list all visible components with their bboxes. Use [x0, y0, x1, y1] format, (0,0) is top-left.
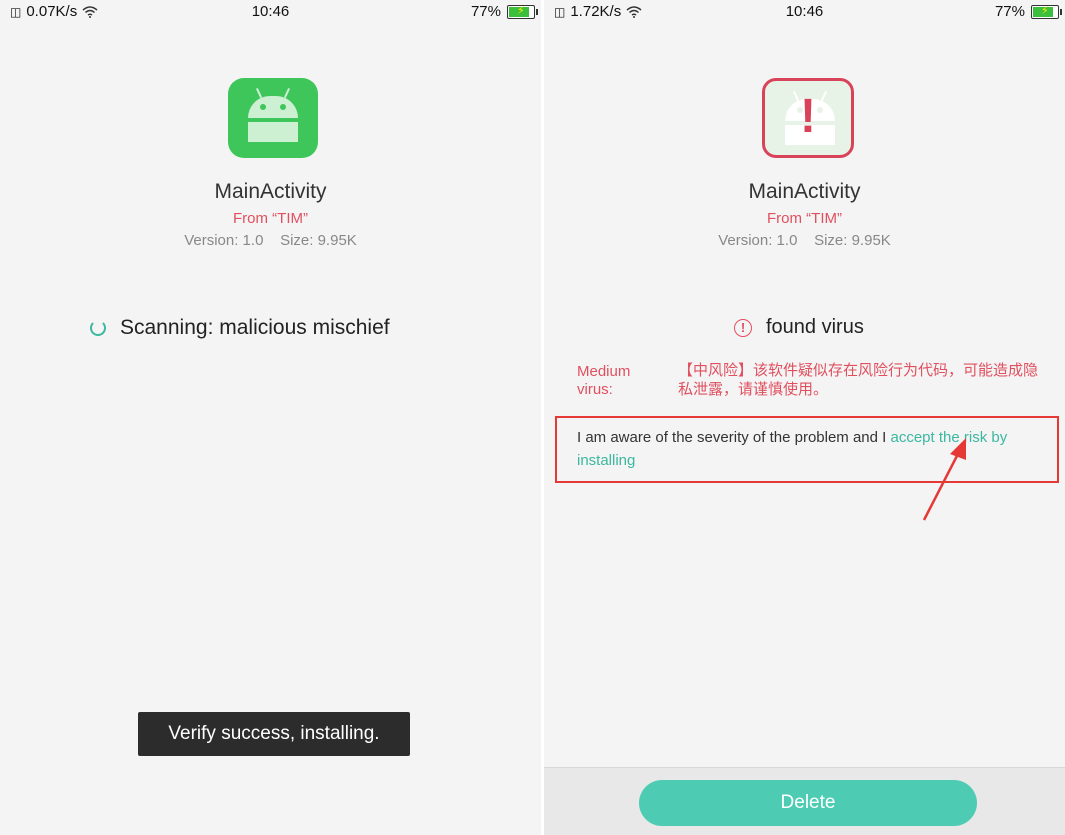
app-meta: Version: 1.0 Size: 9.95K	[718, 232, 891, 249]
app-source: From “TIM”	[233, 210, 308, 227]
scan-text: Scanning: malicious mischief	[120, 316, 390, 339]
android-app-icon	[228, 78, 318, 158]
left-screen: ◫ 0.07K/s 10:46 77% ⚡ MainActivity From …	[0, 0, 541, 835]
right-screen: ◫ 1.72K/s 10:46 77% ⚡ ! MainActivity Fro…	[544, 0, 1065, 835]
app-name: MainActivity	[748, 180, 861, 203]
bottom-action-bar: Delete	[544, 767, 1065, 835]
accept-risk-highlight: I am aware of the severity of the proble…	[555, 416, 1059, 483]
found-virus-text: found virus	[766, 316, 864, 338]
status-bar: ◫ 0.07K/s 10:46 77% ⚡	[0, 0, 541, 24]
clock: 10:46	[785, 3, 824, 20]
battery-percent: 77%	[994, 3, 1025, 20]
app-meta: Version: 1.0 Size: 9.95K	[184, 232, 357, 249]
clock: 10:46	[251, 3, 290, 20]
android-app-warning-icon: !	[762, 78, 854, 158]
battery-icon: ⚡	[507, 4, 538, 19]
warning-icon: !	[734, 318, 752, 337]
app-source: From “TIM”	[767, 210, 842, 227]
app-name: MainActivity	[214, 180, 327, 203]
delete-button[interactable]: Delete	[639, 780, 977, 826]
scan-status: Scanning: malicious mischief	[90, 316, 390, 340]
toast-message: Verify success, installing.	[138, 712, 410, 756]
risk-description: 【中风险】该软件疑似存在风险行为代码，可能造成隐私泄露，请谨慎使用。	[678, 361, 1039, 398]
risk-level-label: Medium virus:	[577, 363, 631, 398]
virus-status: ! found virus	[734, 316, 864, 339]
accept-prefix: I am aware of the severity of the proble…	[577, 429, 891, 446]
battery-percent: 77%	[470, 3, 501, 20]
annotation-arrow-icon	[922, 438, 966, 521]
status-bar: ◫ 1.72K/s 10:46 77% ⚡	[544, 0, 1065, 24]
battery-icon: ⚡	[1031, 4, 1062, 19]
exclamation-icon: !	[800, 90, 816, 143]
spinner-icon	[90, 320, 106, 336]
